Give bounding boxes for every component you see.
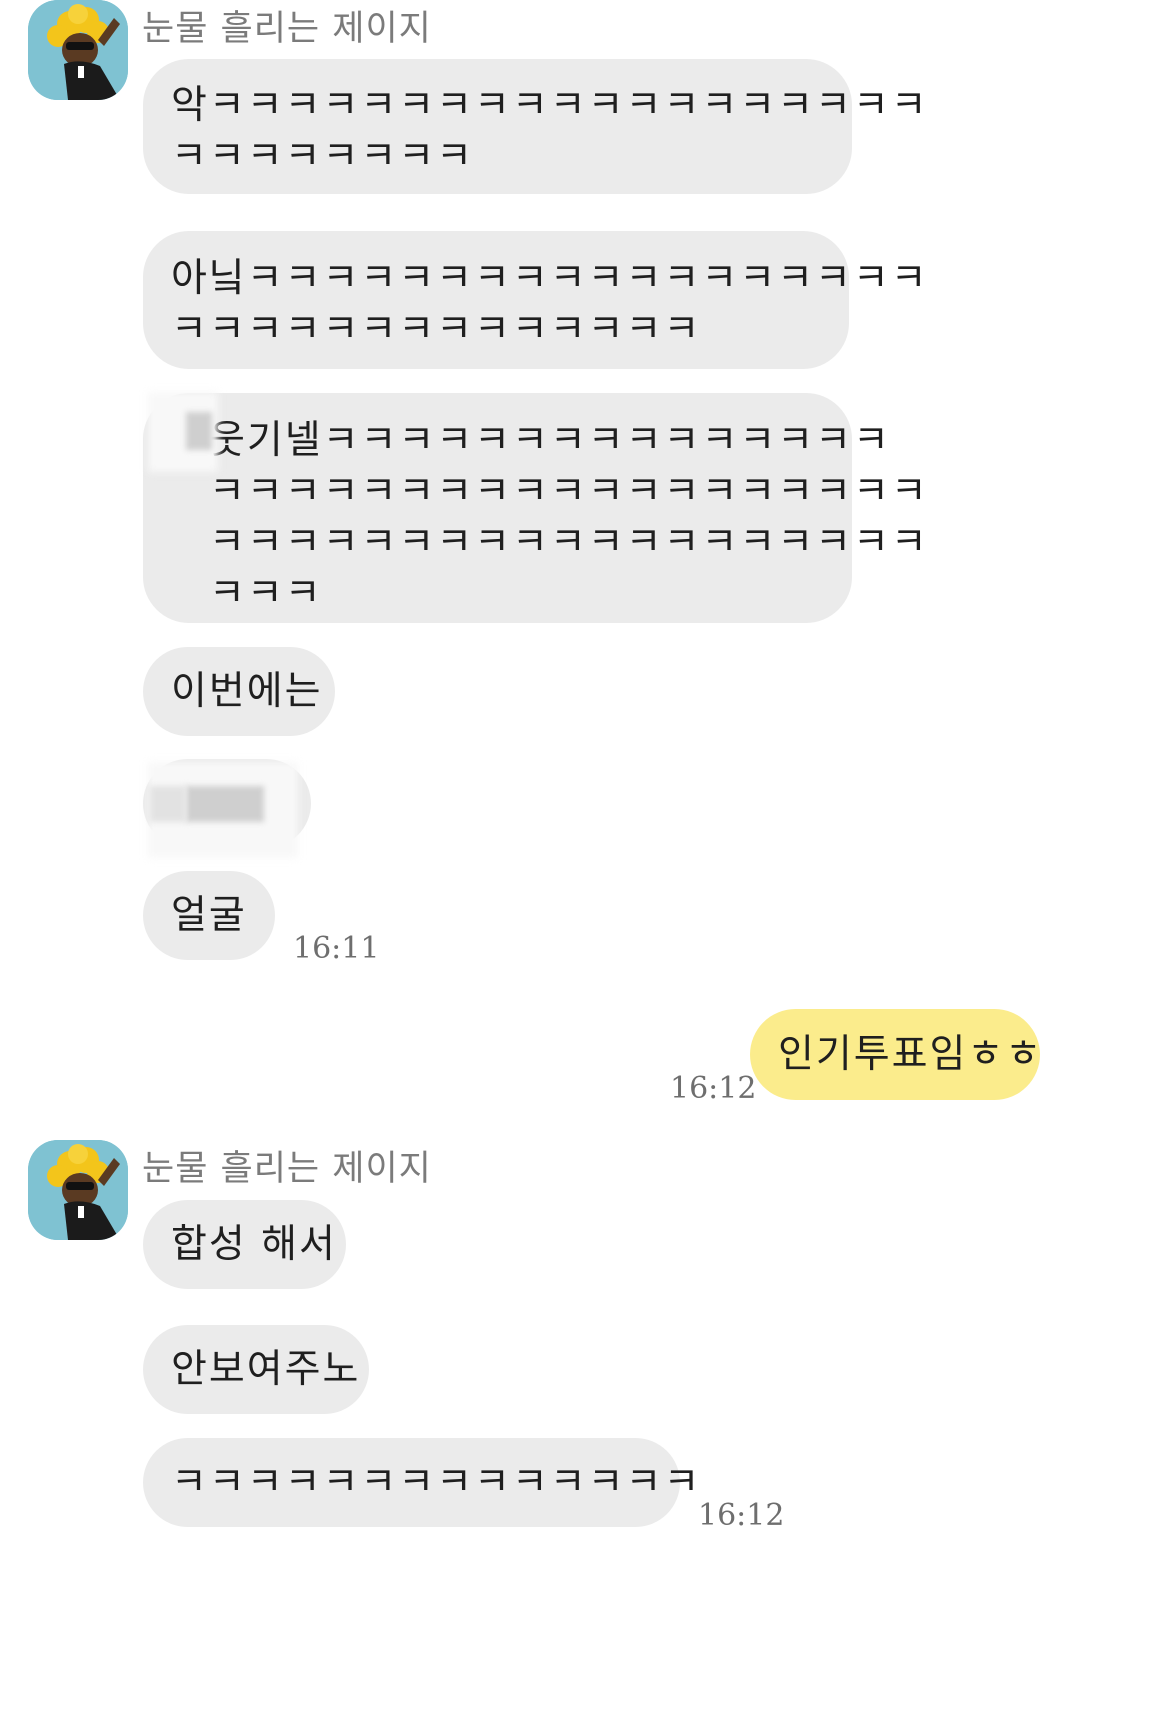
message-bubble-9[interactable]: ㅋㅋㅋㅋㅋㅋㅋㅋㅋㅋㅋㅋㅋㅋ xyxy=(143,1438,699,1527)
sender-name-2: 눈물 흘리는 제이지 xyxy=(142,1149,432,1189)
message-bubble-1[interactable]: 악ㅋㅋㅋㅋㅋㅋㅋㅋㅋㅋㅋㅋㅋㅋㅋㅋㅋㅋㅋ ㅋㅋㅋㅋㅋㅋㅋㅋ xyxy=(143,59,927,194)
sender-name: 눈물 흘리는 제이지 xyxy=(142,9,432,49)
blurred-text-mask xyxy=(186,786,264,822)
my-message-timestamp: 16:12 xyxy=(670,1071,757,1106)
message-bubble-6[interactable]: 얼굴 xyxy=(143,871,275,960)
message-bubble-4[interactable]: 이번에는 xyxy=(143,647,335,736)
blurred-name-mask xyxy=(186,412,212,450)
sender-avatar-icon-2[interactable] xyxy=(28,1140,128,1240)
message-bubble-2[interactable]: 아닠ㅋㅋㅋㅋㅋㅋㅋㅋㅋㅋㅋㅋㅋㅋㅋㅋㅋㅋ ㅋㅋㅋㅋㅋㅋㅋㅋㅋㅋㅋㅋㅋㅋ xyxy=(143,231,927,369)
message-timestamp: 16:11 xyxy=(293,931,380,966)
message-timestamp-2: 16:12 xyxy=(698,1498,785,1533)
blurred-text-mask-2 xyxy=(150,786,186,822)
my-message-bubble[interactable]: 인기투표임ㅎㅎ xyxy=(750,1009,1041,1100)
message-bubble-7[interactable]: 합성 해서 xyxy=(143,1200,346,1289)
sender-avatar-icon[interactable] xyxy=(28,0,128,100)
message-bubble-8[interactable]: 안보여주노 xyxy=(143,1325,369,1414)
message-bubble-3[interactable]: 웃기넬ㅋㅋㅋㅋㅋㅋㅋㅋㅋㅋㅋㅋㅋㅋㅋ ㅋㅋㅋㅋㅋㅋㅋㅋㅋㅋㅋㅋㅋㅋㅋㅋㅋㅋㅋ ㅋ… xyxy=(143,393,927,623)
